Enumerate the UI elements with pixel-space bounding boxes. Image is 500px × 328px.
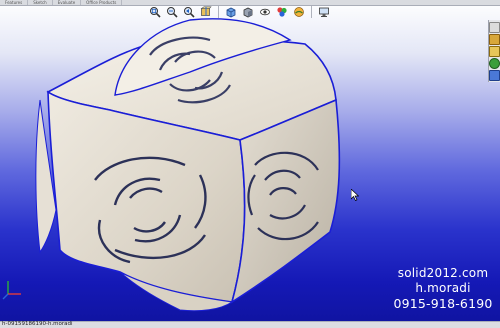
mouse-cursor-icon bbox=[351, 189, 359, 201]
reference-triad bbox=[2, 281, 21, 300]
watermark-phone: 0915-918-6190 bbox=[393, 296, 493, 311]
watermark-site: solid2012.com bbox=[397, 266, 489, 280]
graphics-area[interactable]: Features Sketch Evaluate Office Products bbox=[0, 0, 500, 328]
status-bar-text: h-09159186190-h.moradi bbox=[2, 321, 73, 327]
watermark: solid2012.com h.moradi 0915-918-6190 bbox=[388, 266, 498, 311]
watermark-name: h.moradi bbox=[415, 281, 471, 295]
status-bar: h-09159186190-h.moradi bbox=[0, 321, 500, 328]
